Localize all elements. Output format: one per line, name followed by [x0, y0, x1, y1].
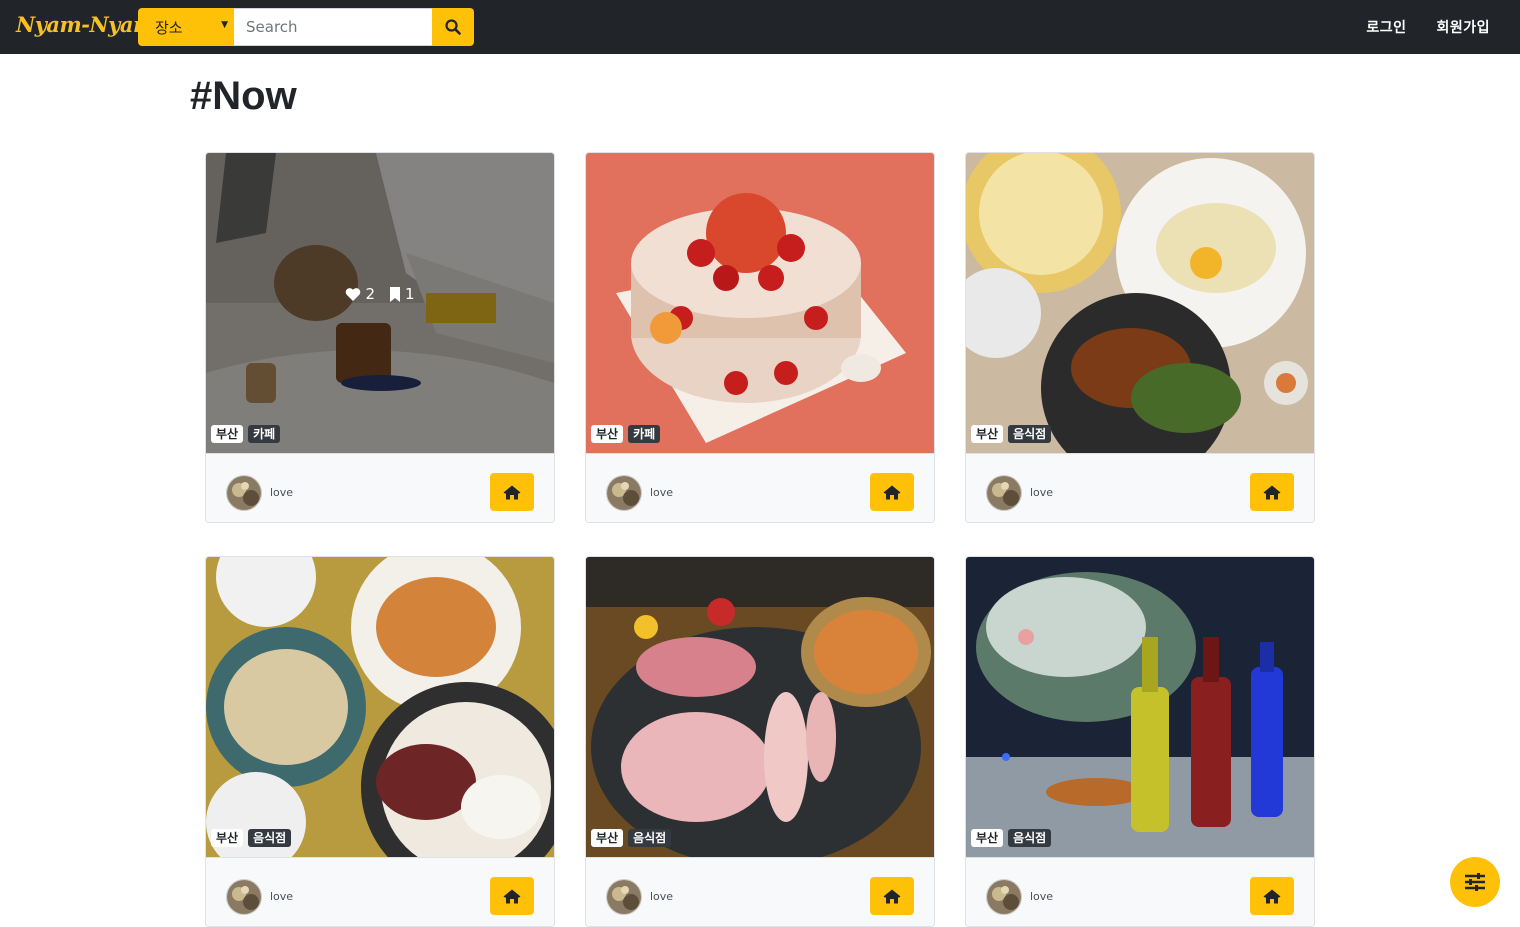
post-stats: 2 1 [206, 285, 554, 303]
avatar[interactable] [606, 879, 642, 915]
place-select-label: 장소 [155, 19, 183, 37]
post-tags: 부산 음식점 [971, 425, 1052, 443]
store-home-button[interactable] [1250, 877, 1294, 915]
search-group: 장소 ▼ [138, 8, 474, 46]
post-card[interactable]: 부산 음식점 love [585, 556, 935, 927]
store-home-button[interactable] [870, 877, 914, 915]
login-link[interactable]: 로그인 [1366, 17, 1406, 37]
username[interactable]: love [270, 890, 293, 903]
filter-fab-button[interactable] [1450, 857, 1500, 907]
bookmarks-count: 1 [405, 285, 415, 303]
store-home-button[interactable] [490, 877, 534, 915]
bottles-tree-photo [966, 557, 1314, 857]
post-image[interactable]: 부산 음식점 [966, 153, 1314, 453]
post-image[interactable]: 부산 음식점 [966, 557, 1314, 857]
category-tag: 음식점 [1008, 829, 1052, 847]
home-icon [1263, 889, 1281, 903]
navbar: Nyam-Nyam 장소 ▼ 로그인 회원가입 [0, 0, 1520, 54]
likes-stat: 2 [345, 285, 375, 303]
post-card[interactable]: 2 1 부산 카페 love [205, 152, 555, 523]
post-tags: 부산 음식점 [971, 829, 1052, 847]
card-footer: love [966, 857, 1314, 926]
region-tag: 부산 [971, 829, 1004, 847]
region-tag: 부산 [591, 425, 624, 443]
category-tag: 음식점 [248, 829, 292, 847]
home-icon [503, 485, 521, 499]
avatar[interactable] [986, 475, 1022, 511]
search-icon [445, 19, 461, 35]
signup-link[interactable]: 회원가입 [1436, 17, 1490, 37]
category-tag: 카페 [628, 425, 661, 443]
post-image[interactable]: 부산 카페 [586, 153, 934, 453]
page-title: #Now [190, 74, 297, 118]
avatar[interactable] [226, 475, 262, 511]
avatar[interactable] [986, 879, 1022, 915]
caret-down-icon: ▼ [221, 20, 228, 30]
sliders-icon [1465, 873, 1485, 891]
category-tag: 음식점 [1008, 425, 1052, 443]
home-icon [503, 889, 521, 903]
card-footer: love [206, 857, 554, 926]
category-tag: 카페 [248, 425, 281, 443]
category-tag: 음식점 [628, 829, 672, 847]
place-select[interactable]: 장소 ▼ [138, 8, 234, 46]
region-tag: 부산 [971, 425, 1004, 443]
post-tags: 부산 음식점 [591, 829, 672, 847]
grilled-pork-photo [586, 557, 934, 857]
post-image[interactable]: 2 1 부산 카페 [206, 153, 554, 453]
post-card[interactable]: 부산 카페 love [585, 152, 935, 523]
home-icon [883, 889, 901, 903]
home-icon [1263, 485, 1281, 499]
pasta-steak-photo [206, 557, 554, 857]
username[interactable]: love [1030, 486, 1053, 499]
search-input[interactable] [234, 8, 432, 46]
bookmark-icon [390, 286, 400, 302]
avatar[interactable] [226, 879, 262, 915]
username[interactable]: love [650, 486, 673, 499]
pizza-pasta-photo [966, 153, 1314, 453]
region-tag: 부산 [211, 829, 244, 847]
region-tag: 부산 [211, 425, 244, 443]
hover-overlay [206, 153, 554, 453]
avatar[interactable] [606, 475, 642, 511]
post-image[interactable]: 부산 음식점 [586, 557, 934, 857]
store-home-button[interactable] [870, 473, 914, 511]
post-tags: 부산 카페 [591, 425, 661, 443]
username[interactable]: love [1030, 890, 1053, 903]
card-footer: love [966, 453, 1314, 522]
cake-photo [586, 153, 934, 453]
home-icon [883, 485, 901, 499]
card-footer: love [586, 453, 934, 522]
brand-logo[interactable]: Nyam-Nyam [16, 12, 155, 37]
region-tag: 부산 [591, 829, 624, 847]
search-button[interactable] [432, 8, 474, 46]
post-card[interactable]: 부산 음식점 love [965, 152, 1315, 523]
post-card[interactable]: 부산 음식점 love [205, 556, 555, 927]
store-home-button[interactable] [490, 473, 534, 511]
post-tags: 부산 카페 [211, 425, 281, 443]
likes-count: 2 [365, 285, 375, 303]
card-footer: love [586, 857, 934, 926]
heart-icon [346, 287, 361, 301]
username[interactable]: love [650, 890, 673, 903]
post-card[interactable]: 부산 음식점 love [965, 556, 1315, 927]
post-tags: 부산 음식점 [211, 829, 292, 847]
nav-right: 로그인 회원가입 [1366, 17, 1490, 37]
username[interactable]: love [270, 486, 293, 499]
bookmarks-stat: 1 [389, 285, 415, 303]
card-footer: love [206, 453, 554, 522]
store-home-button[interactable] [1250, 473, 1294, 511]
post-image[interactable]: 부산 음식점 [206, 557, 554, 857]
